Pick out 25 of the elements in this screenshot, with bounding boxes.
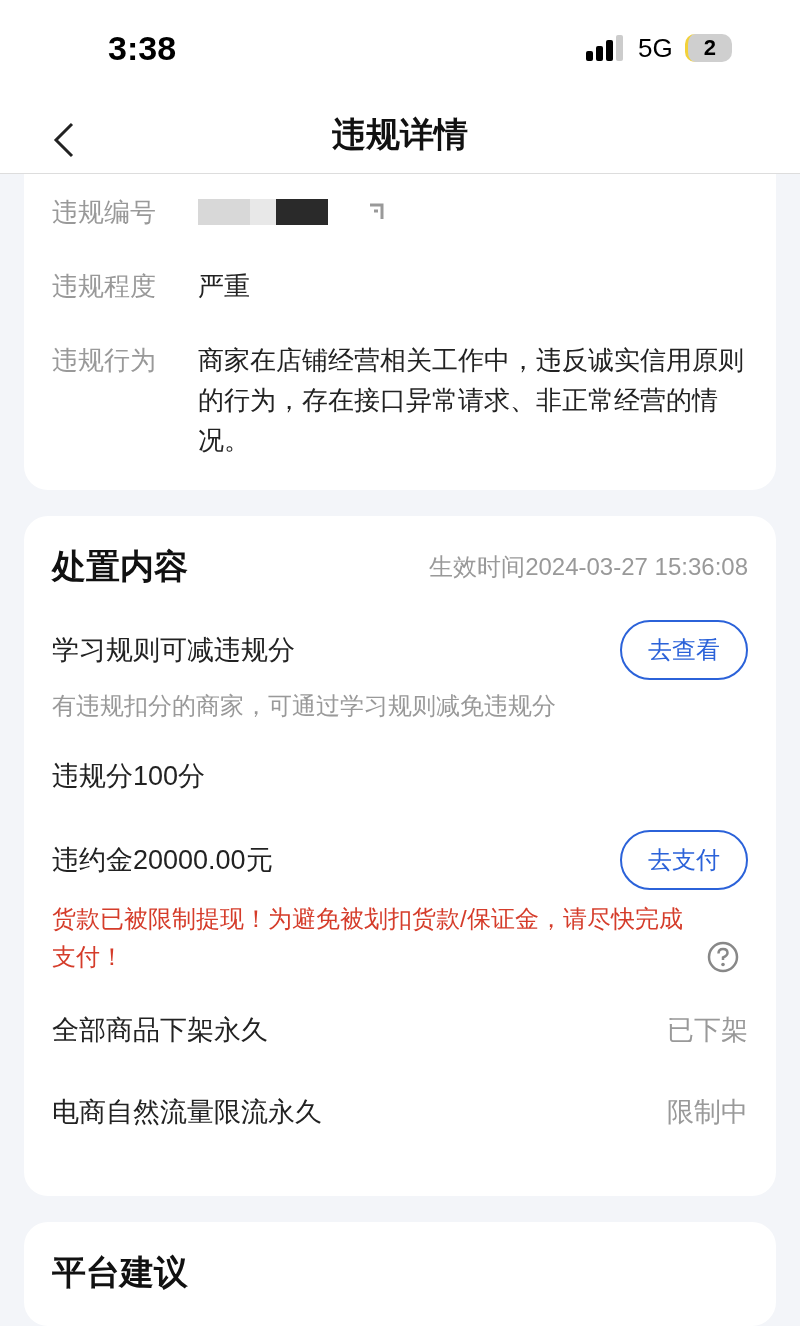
help-icon[interactable] bbox=[707, 941, 739, 973]
page-title: 违规详情 bbox=[332, 113, 468, 155]
battery-indicator: 2 bbox=[684, 34, 732, 63]
measure-title: 电商自然流量限流永久 bbox=[52, 1096, 322, 1129]
status-time: 3:38 bbox=[108, 28, 177, 68]
section-title: 平台建议 bbox=[52, 1252, 189, 1293]
back-icon[interactable] bbox=[52, 122, 76, 159]
field-label: 违规编号 bbox=[52, 196, 157, 229]
measure-status: 已下架 bbox=[667, 1014, 748, 1047]
section-title: 处置内容 bbox=[52, 546, 188, 587]
field-value: 严重 bbox=[198, 270, 251, 303]
measure-title: 违规分100分 bbox=[52, 760, 206, 793]
warning-text: 货款已被限制提现！为避免被划扣货款/保证金，请尽快完成支付！ bbox=[52, 904, 684, 972]
measure-title: 学习规则可减违规分 bbox=[52, 634, 295, 667]
measure-status: 限制中 bbox=[667, 1096, 748, 1129]
field-value: 商家在店铺经营相关工作中，违反诚实信用原则的行为，存在接口异常请求、非正常经营的情况。 bbox=[198, 344, 745, 457]
network-label: 5G bbox=[638, 32, 673, 64]
measure-title: 违约金20000.00元 bbox=[52, 844, 273, 877]
action-button[interactable]: 去查看 bbox=[620, 620, 748, 680]
effective-time: 生效时间2024-03-27 15:36:08 bbox=[429, 552, 748, 582]
action-button[interactable]: 去支付 bbox=[620, 830, 748, 890]
field-label: 违规程度 bbox=[52, 270, 157, 303]
measure-title: 全部商品下架永久 bbox=[52, 1014, 268, 1047]
measure-note: 有违规扣分的商家，可通过学习规则减免违规分 bbox=[52, 691, 557, 721]
field-label: 违规行为 bbox=[52, 344, 157, 377]
